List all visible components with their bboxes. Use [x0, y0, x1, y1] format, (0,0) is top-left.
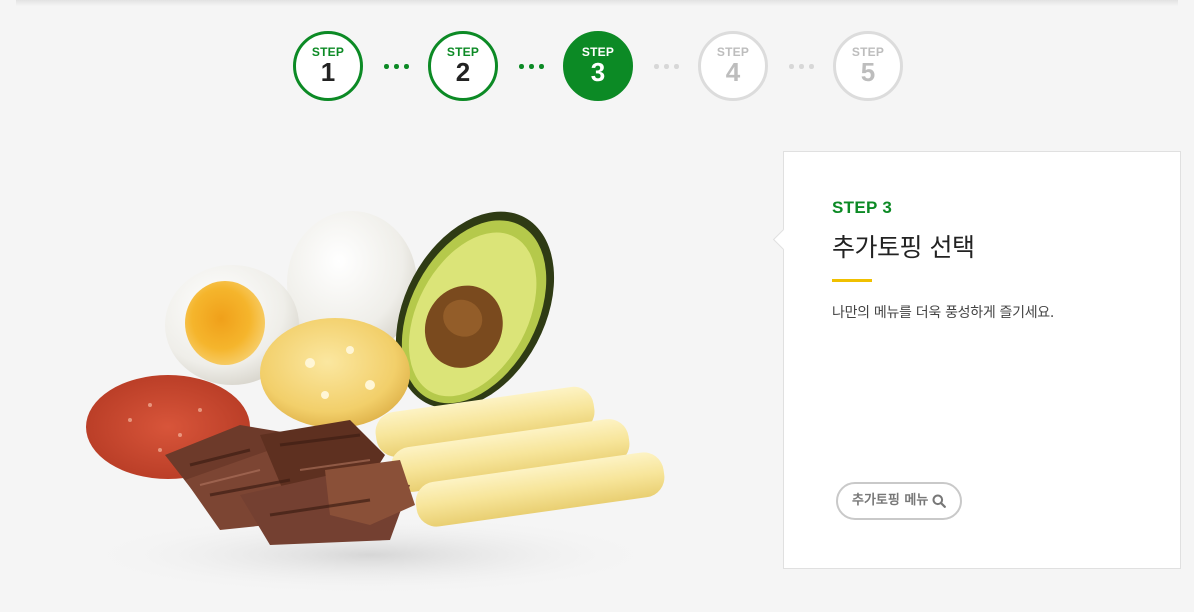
- title-underline: [832, 279, 872, 282]
- search-icon: [932, 494, 947, 508]
- top-divider: [16, 0, 1178, 6]
- step-1[interactable]: STEP 1: [293, 31, 363, 101]
- step-info-card: STEP 3 추가토핑 선택 나만의 메뉴를 더욱 풍성하게 즐기세요. 추가토…: [772, 151, 1181, 569]
- step-3[interactable]: STEP 3: [563, 31, 633, 101]
- step-number: 1: [320, 57, 336, 87]
- step-connector: [384, 64, 410, 69]
- step-progress: STEP 1 STEP 2 STEP 3 STEP 4 STEP 5: [0, 31, 1194, 101]
- step-number: 4: [725, 57, 741, 87]
- step-number: 5: [860, 57, 876, 87]
- step-tag: STEP 3: [832, 198, 893, 217]
- toppings-image: [80, 211, 665, 595]
- card-description: 나만의 메뉴를 더욱 풍성하게 즐기세요.: [832, 305, 1055, 321]
- step-number: 2: [455, 57, 471, 87]
- step-2[interactable]: STEP 2: [428, 31, 498, 101]
- topping-menu-button[interactable]: 추가토핑 메뉴: [836, 482, 963, 520]
- topping-menu-label: 추가토핑 메뉴: [852, 493, 929, 508]
- step-connector: [654, 64, 680, 69]
- card-pointer: [772, 228, 795, 251]
- step-number: 3: [590, 57, 606, 87]
- card-title: 추가토핑 선택: [832, 233, 975, 262]
- step-5[interactable]: STEP 5: [833, 31, 903, 101]
- step-4[interactable]: STEP 4: [698, 31, 768, 101]
- step-connector: [789, 64, 815, 69]
- step-connector: [519, 64, 545, 69]
